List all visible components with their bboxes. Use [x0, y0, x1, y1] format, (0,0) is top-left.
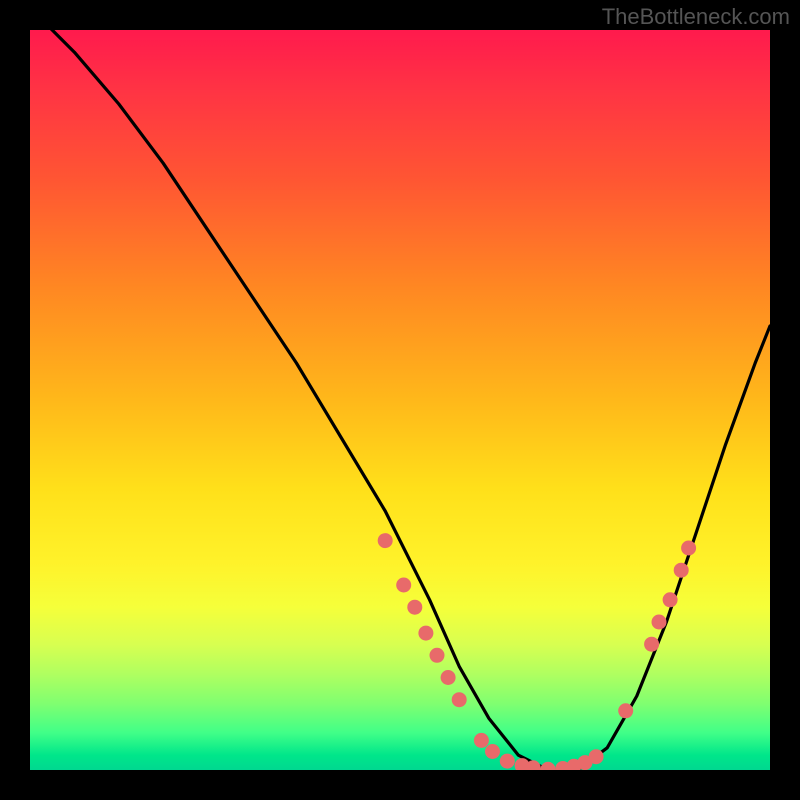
data-point — [378, 533, 393, 548]
bottleneck-curve — [30, 30, 770, 770]
data-point — [652, 615, 667, 630]
data-points — [378, 533, 696, 770]
data-point — [589, 749, 604, 764]
data-point — [644, 637, 659, 652]
data-point — [407, 600, 422, 615]
data-point — [541, 762, 556, 770]
data-point — [452, 692, 467, 707]
data-point — [430, 648, 445, 663]
curve-path — [30, 30, 770, 770]
data-point — [474, 733, 489, 748]
data-point — [500, 754, 515, 769]
watermark-text: TheBottleneck.com — [602, 4, 790, 30]
chart-svg — [30, 30, 770, 770]
data-point — [681, 541, 696, 556]
data-point — [396, 578, 411, 593]
chart-plot-area — [30, 30, 770, 770]
data-point — [618, 703, 633, 718]
data-point — [485, 744, 500, 759]
data-point — [441, 670, 456, 685]
data-point — [418, 626, 433, 641]
data-point — [674, 563, 689, 578]
data-point — [663, 592, 678, 607]
